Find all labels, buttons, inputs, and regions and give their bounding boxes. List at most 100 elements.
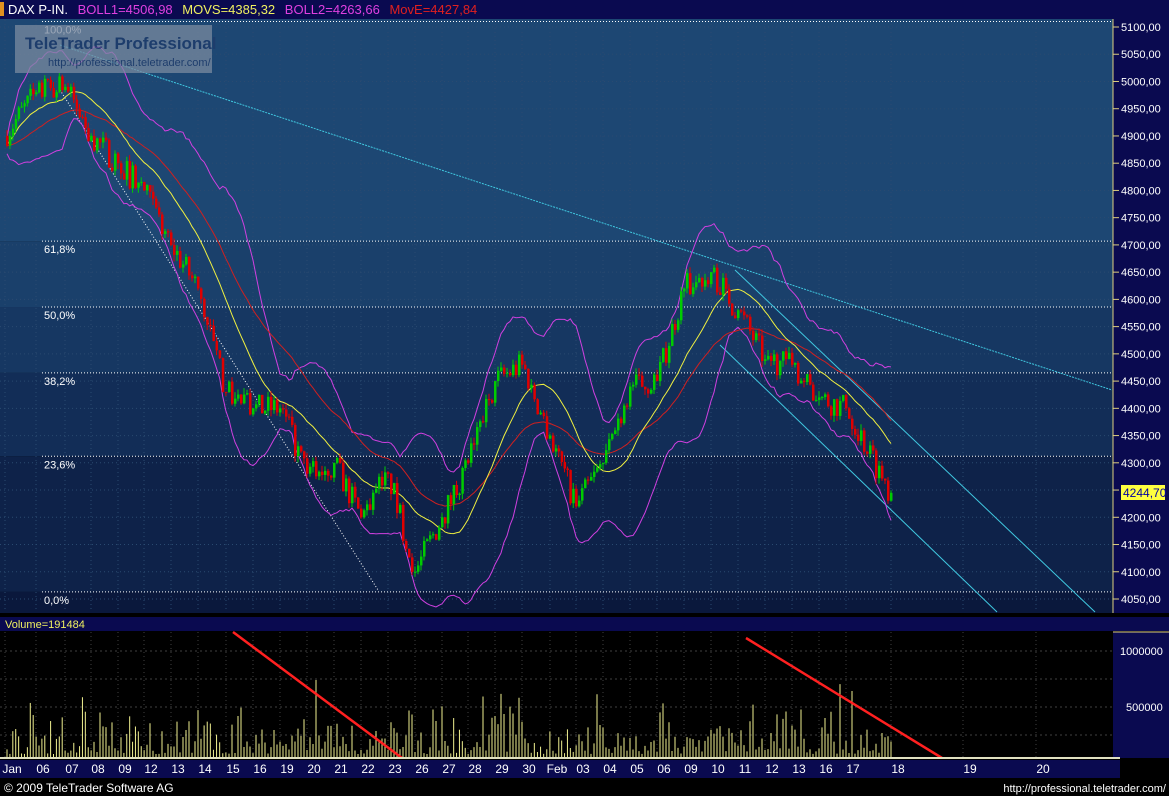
price-tick-label: 4350,00 xyxy=(1121,431,1161,443)
candle-body xyxy=(836,399,839,416)
candle-body xyxy=(860,430,863,441)
candle-body xyxy=(47,79,50,80)
candle-body xyxy=(632,385,635,387)
candle-body xyxy=(55,92,58,97)
candle-body xyxy=(599,464,602,467)
candle-body xyxy=(584,480,587,489)
candle-body xyxy=(67,87,70,92)
candle-body xyxy=(581,488,584,500)
candle-body xyxy=(590,477,593,481)
candle-body xyxy=(435,534,438,539)
candle-body xyxy=(677,320,680,330)
candle-body xyxy=(282,408,285,409)
time-label: 27 xyxy=(442,762,456,776)
candle-body xyxy=(345,479,348,492)
candle-body xyxy=(432,534,435,535)
candle-body xyxy=(887,481,890,501)
candle-body xyxy=(546,416,549,438)
candle-body xyxy=(704,280,707,286)
fib-label: 38,2% xyxy=(44,376,75,388)
time-label: 18 xyxy=(891,762,905,776)
candle-body xyxy=(73,87,76,100)
candle-body xyxy=(564,462,567,468)
fib-label: 0,0% xyxy=(44,595,69,607)
candle-body xyxy=(614,430,617,434)
time-label: 17 xyxy=(846,762,860,776)
candle-body xyxy=(105,138,108,140)
candle-body xyxy=(878,466,881,478)
candle-body xyxy=(473,443,476,444)
candle-body xyxy=(123,173,126,179)
candle-body xyxy=(665,348,668,363)
candle-body xyxy=(32,89,35,94)
candle-body xyxy=(572,489,575,503)
price-tick-label: 4850,00 xyxy=(1121,158,1161,170)
candle-body xyxy=(485,399,488,422)
candle-body xyxy=(521,355,524,365)
price-tick-label: 4500,00 xyxy=(1121,349,1161,361)
candle-body xyxy=(426,539,429,541)
candle-body xyxy=(453,485,456,504)
candle-body xyxy=(348,479,351,504)
candle-body xyxy=(479,421,482,427)
candle-body xyxy=(713,268,716,272)
candle-body xyxy=(315,461,318,476)
candle-body xyxy=(117,154,120,164)
candle-body xyxy=(396,483,399,513)
candle-body xyxy=(806,374,809,382)
time-label: 06 xyxy=(36,762,50,776)
candle-body xyxy=(306,458,309,473)
volume-label: Volume=191484 xyxy=(5,619,85,631)
price-tick-label: 4700,00 xyxy=(1121,240,1161,252)
candle-body xyxy=(155,199,158,208)
time-label: 15 xyxy=(226,762,240,776)
candle-body xyxy=(96,138,99,150)
candle-body xyxy=(824,394,827,397)
price-tick-label: 4800,00 xyxy=(1121,185,1161,197)
time-label: 23 xyxy=(388,762,402,776)
price-tick-label: 4600,00 xyxy=(1121,294,1161,306)
candle-body xyxy=(249,393,252,414)
candle-body xyxy=(509,373,512,375)
candle-body xyxy=(120,163,123,173)
time-label: 05 xyxy=(630,762,644,776)
candle-body xyxy=(689,273,692,294)
price-tick-label: 4100,00 xyxy=(1121,567,1161,579)
candle-body xyxy=(671,324,674,346)
price-tick-label: 4900,00 xyxy=(1121,131,1161,143)
candle-body xyxy=(476,427,479,445)
price-tick-label: 4650,00 xyxy=(1121,267,1161,279)
candle-body xyxy=(173,245,176,255)
header-legend: DAX P-IN. BOLL1=4506,98 MOVS=4385,32 BOL… xyxy=(8,2,477,17)
candle-body xyxy=(279,408,282,412)
candle-body xyxy=(833,399,836,415)
candle-body xyxy=(794,363,797,365)
candle-body xyxy=(64,87,67,90)
dax-chart: DAX P-IN. BOLL1=4506,98 MOVS=4385,32 BOL… xyxy=(0,0,1169,796)
candle-body xyxy=(725,278,728,289)
price-band xyxy=(0,241,1113,307)
candle-body xyxy=(869,445,872,453)
candle-body xyxy=(267,397,270,411)
watermark-title: TeleTrader Professional xyxy=(25,34,216,53)
footer-url[interactable]: http://professional.teletrader.com/ xyxy=(1003,783,1167,795)
candle-body xyxy=(12,129,15,136)
candle-body xyxy=(770,356,773,361)
candle-body xyxy=(872,445,875,450)
candle-body xyxy=(450,495,453,504)
candle-body xyxy=(143,182,146,190)
time-label: 09 xyxy=(684,762,698,776)
candle-body xyxy=(854,429,857,435)
candle-body xyxy=(773,354,776,361)
time-label: 29 xyxy=(495,762,509,776)
candle-body xyxy=(740,310,743,311)
candle-body xyxy=(866,452,869,454)
candle-body xyxy=(324,471,327,475)
candle-body xyxy=(252,408,255,414)
candle-body xyxy=(839,401,842,416)
candle-body xyxy=(680,291,683,320)
candle-body xyxy=(503,368,506,374)
candle-body xyxy=(411,557,414,572)
candle-body xyxy=(164,231,167,234)
candle-body xyxy=(240,395,243,404)
